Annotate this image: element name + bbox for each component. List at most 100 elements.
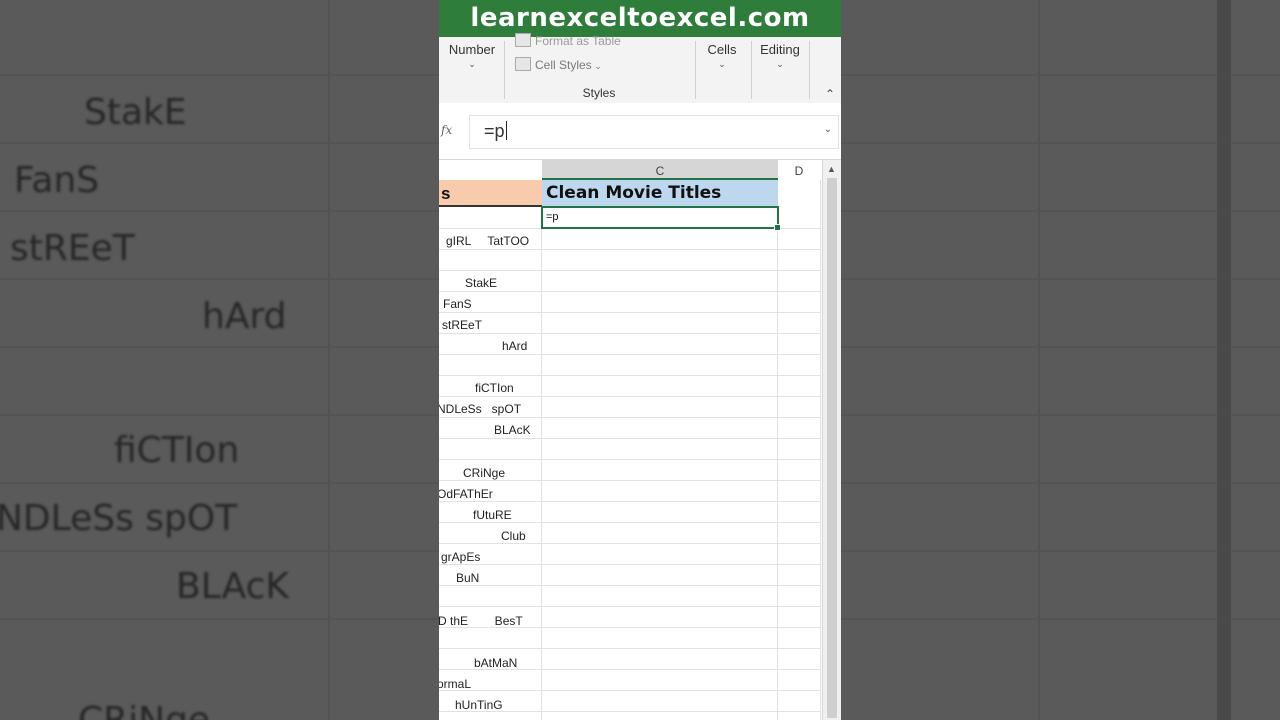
background-gridline: [0, 346, 440, 348]
formula-bar: fx =p ⌄: [439, 103, 841, 160]
background-gridline: [840, 210, 1280, 212]
table-row: [439, 334, 821, 355]
background-text: hArd: [202, 296, 287, 337]
background-gridline: [840, 278, 1280, 280]
background-gridline: [0, 550, 440, 552]
ribbon-separator: [751, 41, 752, 99]
formula-text: =p: [484, 121, 505, 141]
background-gridline: [0, 482, 440, 484]
table-row: [439, 565, 821, 586]
active-cell-text: =p: [546, 211, 559, 223]
table-row: [439, 292, 821, 313]
movie-title-cell[interactable]: ormaL: [439, 677, 471, 691]
vertical-scrollbar[interactable]: ▲: [822, 160, 841, 720]
column-header-c[interactable]: C: [542, 160, 778, 180]
background-gridline: [0, 210, 440, 212]
movie-title-cell[interactable]: CRiNge: [463, 466, 505, 480]
fx-icon[interactable]: fx: [441, 123, 452, 137]
table-row: [439, 250, 821, 271]
chevron-down-icon: ⌄: [468, 59, 476, 69]
background-gridline: [840, 346, 1280, 348]
table-row: [439, 481, 821, 502]
styles-group-label: Styles: [582, 86, 616, 100]
ribbon: Number ⌄ Format as Table Cell Styles ⌄ S…: [439, 33, 841, 104]
background-gridline: [840, 74, 1280, 76]
editing-group-button[interactable]: Editing ⌄: [755, 42, 805, 69]
table-row: [439, 313, 821, 334]
header-cell-clean-movie-titles[interactable]: Clean Movie Titles: [542, 180, 778, 207]
movie-title-cell[interactable]: StakE: [465, 276, 497, 290]
chevron-down-icon: ⌄: [776, 59, 784, 69]
worksheet-grid[interactable]: C D s Clean Movie Titles =p gIRL TatTOO …: [439, 160, 841, 720]
collapse-ribbon-icon[interactable]: ⌃: [825, 87, 835, 101]
movie-title-cell[interactable]: fiCTIon: [475, 381, 514, 395]
table-row: [439, 355, 821, 376]
cell-styles-label: Cell Styles: [535, 58, 592, 72]
header-cell-b[interactable]: s: [439, 180, 542, 207]
movie-title-cell[interactable]: gIRL TatTOO: [446, 234, 529, 248]
table-icon: [515, 33, 531, 47]
excel-window: learnexceltoexcel.com Number ⌄ Format as…: [439, 0, 841, 720]
movie-title-cell[interactable]: Club: [501, 529, 526, 543]
movie-title-cell[interactable]: OdFAThEr: [439, 487, 493, 501]
chevron-down-icon[interactable]: ⌄: [824, 124, 832, 135]
number-group-button[interactable]: Number ⌄: [445, 42, 499, 69]
background-text: NDLeSs spOT: [0, 498, 238, 539]
background-text: CRiNge: [78, 700, 210, 720]
editing-label: Editing: [760, 42, 800, 57]
ribbon-separator: [695, 41, 696, 99]
background-gridline: [0, 74, 440, 76]
site-banner: learnexceltoexcel.com: [439, 0, 841, 37]
cells-label: Cells: [707, 42, 737, 57]
background-gridline: [840, 550, 1280, 552]
ribbon-separator: [809, 41, 810, 99]
background-gridline: [840, 414, 1280, 416]
cell-styles-button[interactable]: Cell Styles ⌄: [515, 57, 602, 72]
scrollbar-thumb[interactable]: [827, 178, 837, 718]
background-gridline: [0, 414, 440, 416]
movie-title-cell[interactable]: bAtMaN: [474, 656, 517, 670]
table-row: [439, 628, 821, 649]
background-gridline: [0, 618, 440, 620]
table-row: [439, 523, 821, 544]
ribbon-separator: [504, 41, 505, 99]
table-row: [439, 670, 821, 691]
background-text: BLAcK: [176, 566, 289, 607]
scroll-up-icon[interactable]: ▲: [827, 164, 836, 174]
background-gridline: [1038, 0, 1040, 720]
movie-title-cell[interactable]: hUnTinG: [455, 698, 503, 712]
background-gridline: [840, 482, 1280, 484]
movie-title-cell[interactable]: FanS: [443, 297, 472, 311]
background-text: fiCTIon: [114, 430, 240, 471]
movie-title-cell[interactable]: stREeT: [442, 318, 482, 332]
movie-title-cell[interactable]: BuN: [456, 571, 479, 585]
active-cell-c2[interactable]: =p: [541, 206, 781, 231]
background-gridline: [328, 0, 330, 720]
movie-title-cell[interactable]: hArd: [502, 339, 527, 353]
column-header-d[interactable]: D: [778, 160, 820, 180]
formula-input[interactable]: =p ⌄: [469, 115, 839, 149]
cells-group-button[interactable]: Cells ⌄: [701, 42, 743, 69]
movie-title-cell[interactable]: fUtuRE: [473, 508, 512, 522]
background-text: FanS: [14, 160, 100, 201]
number-label: Number: [448, 42, 496, 57]
background-gridline: [0, 142, 440, 144]
chevron-down-icon: ⌄: [718, 59, 726, 69]
background-text: StakE: [84, 92, 187, 133]
cell-styles-icon: [515, 57, 531, 71]
table-row: [439, 544, 821, 565]
fill-handle[interactable]: [774, 224, 781, 231]
format-as-table-button[interactable]: Format as Table: [515, 33, 621, 48]
movie-title-cell[interactable]: grApEs: [441, 550, 480, 564]
background-scrollbar: [1217, 0, 1231, 720]
format-as-table-label: Format as Table: [535, 34, 621, 48]
background-text: stREeT: [10, 228, 135, 269]
background-gridline: [840, 618, 1280, 620]
table-row: [439, 586, 821, 607]
movie-title-cell[interactable]: NDLeSs spOT: [439, 402, 521, 416]
movie-title-cell[interactable]: D thE BesT: [439, 614, 523, 628]
table-row: [439, 439, 821, 460]
movie-title-cell[interactable]: BLAcK: [494, 423, 531, 437]
background-gridline: [840, 142, 1280, 144]
background-gridline: [0, 278, 440, 280]
